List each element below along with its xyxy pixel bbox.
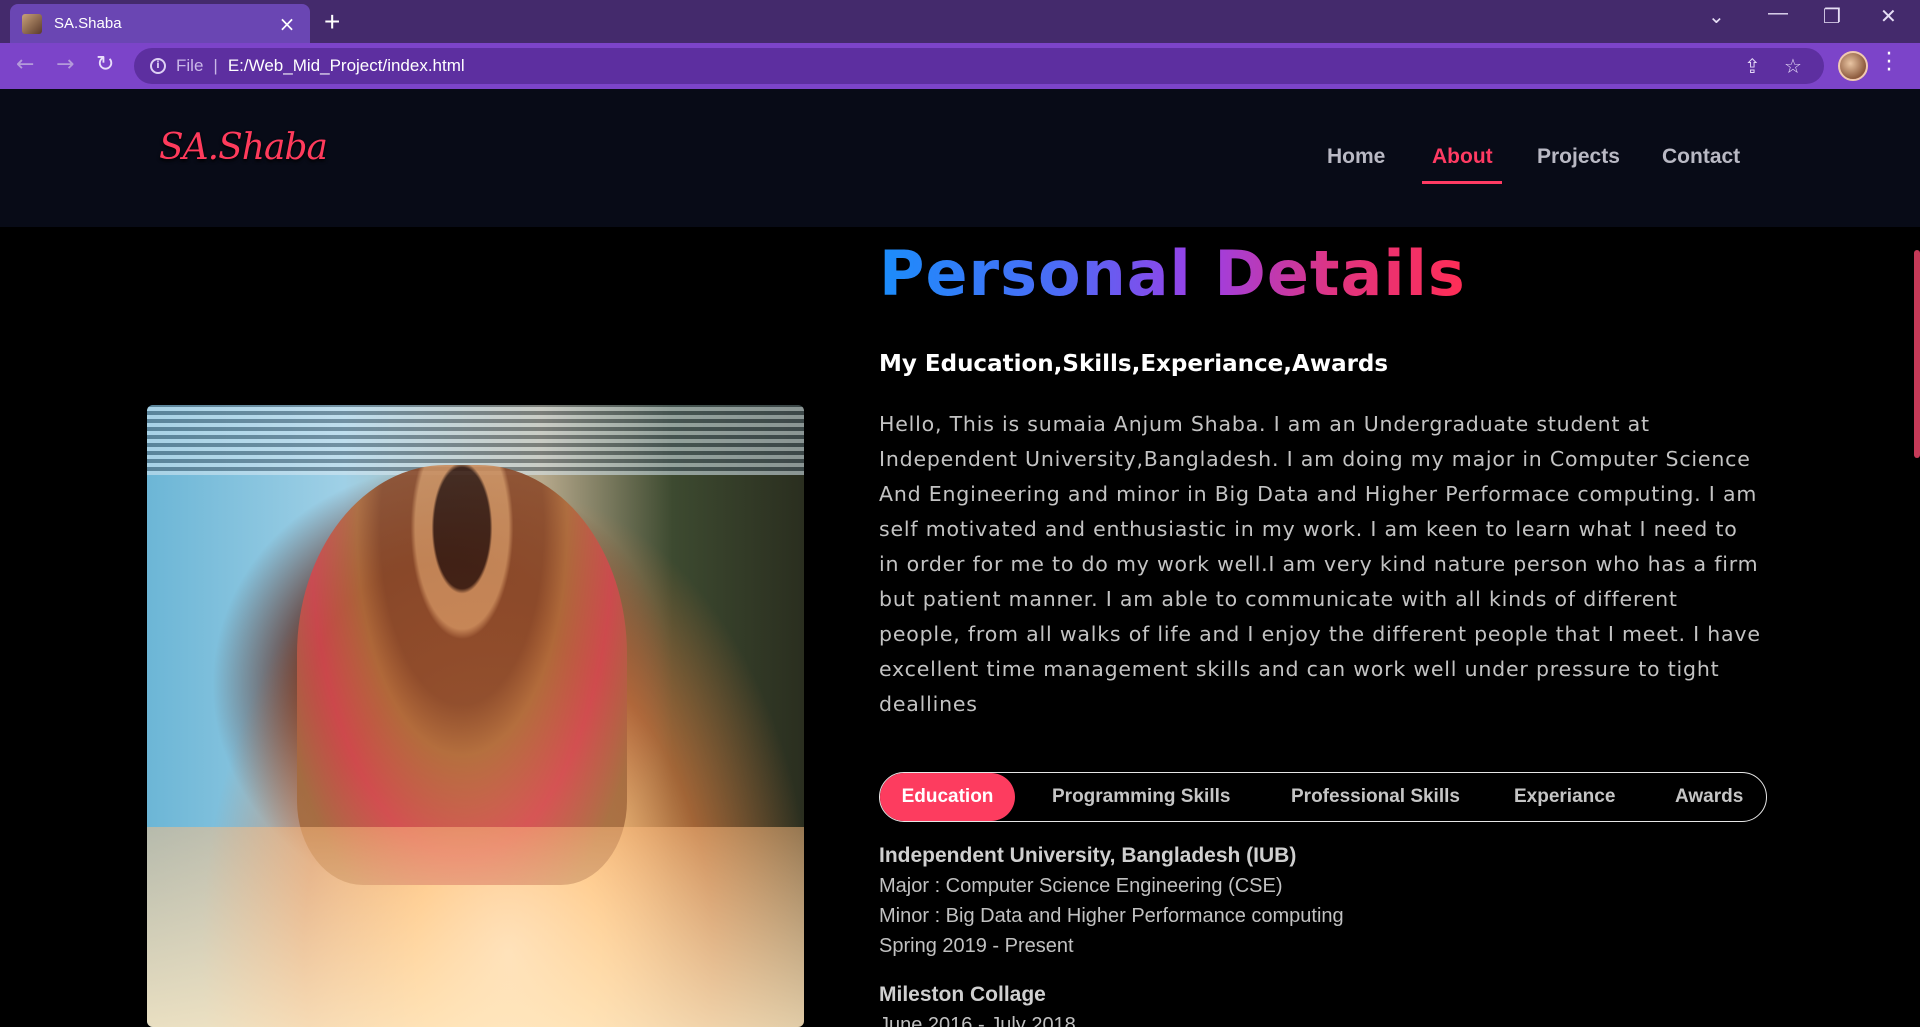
nav-active-underline bbox=[1422, 181, 1502, 184]
nav-contact[interactable]: Contact bbox=[1662, 145, 1740, 169]
nav-about[interactable]: About bbox=[1432, 145, 1493, 169]
bio-paragraph: Hello, This is sumaia Anjum Shaba. I am … bbox=[879, 407, 1779, 722]
star-icon[interactable]: ☆ bbox=[1784, 54, 1802, 78]
tab-programming-skills[interactable]: Programming Skills bbox=[1052, 773, 1230, 821]
kebab-menu-icon[interactable]: · · · bbox=[1884, 44, 1894, 82]
profile-photo bbox=[147, 405, 804, 1027]
browser-tab[interactable]: SA.Shaba × bbox=[10, 4, 310, 43]
bio-line: Independent University,Bangladesh. I am … bbox=[879, 447, 1751, 471]
education-detail: Minor : Big Data and Higher Performance … bbox=[879, 905, 1344, 927]
bio-line: And Engineering and minor in Big Data an… bbox=[879, 482, 1758, 506]
bio-line: Hello, This is sumaia Anjum Shaba. I am … bbox=[879, 412, 1650, 436]
bio-line: self motivated and enthusiastic in my wo… bbox=[879, 517, 1738, 541]
tab-search-chevron-icon[interactable]: ⌄ bbox=[1708, 4, 1725, 29]
page-title: Personal Details bbox=[879, 237, 1466, 310]
tab-experiance[interactable]: Experiance bbox=[1514, 773, 1615, 821]
nav-home[interactable]: Home bbox=[1327, 145, 1385, 169]
education-institution: Independent University, Bangladesh (IUB) bbox=[879, 844, 1297, 867]
browser-tab-bar: SA.Shaba × + ⌄ — ❐ ✕ bbox=[0, 0, 1920, 43]
bio-line: in order for me to do my work well.I am … bbox=[879, 552, 1759, 576]
url-text[interactable]: E:/Web_Mid_Project/index.html bbox=[228, 56, 465, 76]
details-tabs: Education Programming Skills Professiona… bbox=[879, 772, 1767, 822]
new-tab-button[interactable]: + bbox=[324, 6, 340, 38]
nav-projects[interactable]: Projects bbox=[1537, 145, 1620, 169]
site-header: SA.Shaba Home About Projects Contact bbox=[0, 89, 1920, 227]
address-bar[interactable]: i File | E:/Web_Mid_Project/index.html ⇪… bbox=[134, 48, 1824, 84]
reload-icon[interactable]: ↻ bbox=[96, 52, 114, 77]
bio-line: deallines bbox=[879, 692, 978, 716]
bio-line: people, from all walks of life and I enj… bbox=[879, 622, 1761, 646]
browser-toolbar: ← → ↻ i File | E:/Web_Mid_Project/index.… bbox=[0, 43, 1920, 89]
education-institution: Mileston Collage bbox=[879, 983, 1046, 1006]
education-dates: June 2016 - July 2018 bbox=[879, 1014, 1076, 1027]
info-icon[interactable]: i bbox=[150, 58, 166, 74]
minimize-icon[interactable]: — bbox=[1768, 2, 1788, 25]
photo-person bbox=[297, 465, 627, 885]
close-window-icon[interactable]: ✕ bbox=[1880, 4, 1897, 29]
education-dates: Spring 2019 - Present bbox=[879, 935, 1074, 957]
tab-title: SA.Shaba bbox=[54, 15, 122, 32]
tab-favicon-icon bbox=[22, 13, 42, 34]
education-detail: Major : Computer Science Engineering (CS… bbox=[879, 875, 1283, 897]
tab-close-icon[interactable]: × bbox=[276, 12, 298, 36]
about-section: Personal Details My Education,Skills,Exp… bbox=[0, 227, 1920, 1027]
photo-reflection bbox=[147, 827, 804, 1027]
bio-line: but patient manner. I am able to communi… bbox=[879, 587, 1678, 611]
file-label: File bbox=[176, 56, 204, 75]
section-subtitle: My Education,Skills,Experiance,Awards bbox=[879, 351, 1389, 377]
back-icon[interactable]: ← bbox=[16, 52, 34, 77]
scrollbar-thumb[interactable] bbox=[1914, 250, 1920, 458]
bio-line: excellent time management skills and can… bbox=[879, 657, 1720, 681]
restore-icon[interactable]: ❐ bbox=[1823, 4, 1841, 29]
forward-icon[interactable]: → bbox=[56, 52, 74, 77]
site-logo[interactable]: SA.Shaba bbox=[159, 127, 328, 168]
tab-professional-skills[interactable]: Professional Skills bbox=[1291, 773, 1460, 821]
address-separator: | bbox=[213, 56, 218, 75]
share-icon[interactable]: ⇪ bbox=[1744, 54, 1761, 78]
tab-education[interactable]: Education bbox=[880, 773, 1015, 821]
tab-awards[interactable]: Awards bbox=[1675, 773, 1743, 821]
profile-avatar[interactable] bbox=[1838, 51, 1868, 81]
